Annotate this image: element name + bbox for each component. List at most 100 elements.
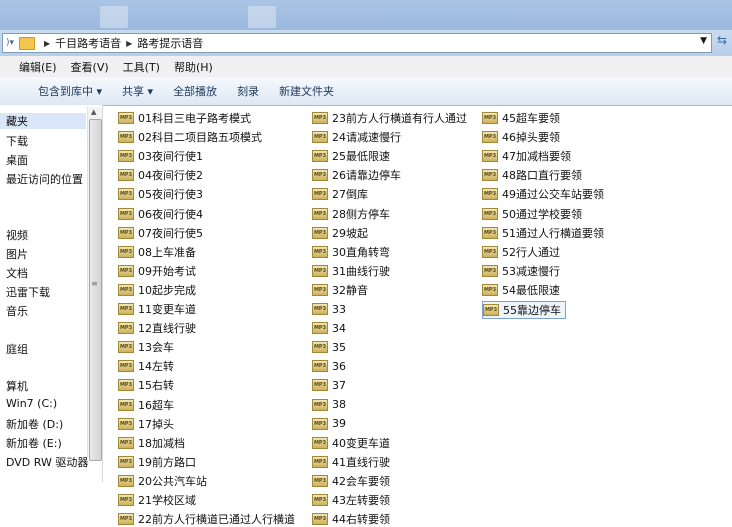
menu-edit[interactable]: 编辑(E) [12,59,64,75]
file-item[interactable]: MP3 36 [312,358,346,374]
nav-drive-e[interactable]: 新加卷 (E:) [6,435,62,451]
share-button[interactable]: 共享 ▾ [112,83,163,99]
new-folder-button[interactable]: 新建文件夹 [269,83,344,99]
file-item[interactable]: MP3 44右转要领 [312,511,390,527]
breadcrumb-item[interactable]: 路考提示语音 [137,35,203,51]
refresh-icon[interactable]: ⇆ [714,33,730,51]
file-item[interactable]: MP3 52行人通过 [482,244,560,260]
file-item[interactable]: MP3 06夜间行使4 [118,206,203,222]
file-item[interactable]: MP3 30直角转弯 [312,244,390,260]
file-item[interactable]: MP3 27倒库 [312,186,368,202]
nav-pictures[interactable]: 图片 [6,246,28,262]
file-name: 47加减档要领 [502,150,571,164]
file-item[interactable]: MP3 10起步完成 [118,282,196,298]
file-item[interactable]: MP3 31曲线行驶 [312,263,390,279]
mp3-icon: MP3 [118,379,134,392]
file-item[interactable]: MP3 17掉头 [118,416,174,432]
file-item[interactable]: MP3 34 [312,320,346,336]
file-item[interactable]: MP3 53减速慢行 [482,263,560,279]
file-item[interactable]: MP3 54最低限速 [482,282,560,298]
file-item[interactable]: MP3 14左转 [118,358,174,374]
file-item[interactable]: MP3 02科目二项目路五项模式 [118,129,262,145]
file-item[interactable]: MP3 21学校区域 [118,492,196,508]
file-item[interactable]: MP3 07夜间行使5 [118,225,203,241]
nav-documents[interactable]: 文档 [6,265,28,281]
file-item[interactable]: MP3 33 [312,301,346,317]
mp3-icon: MP3 [118,150,134,163]
nav-homegroup[interactable]: 庭组 [6,341,28,357]
file-item[interactable]: MP3 01科目三电子路考模式 [118,110,251,126]
file-item[interactable]: MP3 51通过人行横道要领 [482,225,604,241]
nav-music[interactable]: 音乐 [6,303,28,319]
file-item[interactable]: MP3 37 [312,377,346,393]
file-item[interactable]: MP3 40变更车道 [312,435,390,451]
include-in-library-button[interactable]: 包含到库中 ▾ [28,83,112,99]
file-item[interactable]: MP3 12直线行驶 [118,320,196,336]
file-item[interactable]: MP3 05夜间行使3 [118,186,203,202]
nav-computer[interactable]: 算机 [6,378,28,394]
file-item[interactable]: MP3 22前方人行横道已通过人行横道 [118,511,295,527]
file-item[interactable]: MP3 18加减档 [118,435,185,451]
file-item[interactable]: MP3 45超车要领 [482,110,560,126]
nav-drive-c[interactable]: Win7 (C:) [6,397,57,410]
file-item[interactable]: MP3 38 [312,397,346,413]
breadcrumb-chevron-icon[interactable]: ▶ [44,39,50,48]
file-name: 28侧方停车 [332,207,390,221]
menu-view[interactable]: 查看(V) [64,59,116,75]
file-item[interactable]: MP3 47加减档要领 [482,148,571,164]
file-item[interactable]: MP3 50通过学校要领 [482,206,582,222]
address-bar: )▾ ▶ 千目路考语音 ▶ 路考提示语音 ▼ [0,30,732,57]
file-item[interactable]: MP3 49通过公交车站要领 [482,186,604,202]
file-item[interactable]: MP3 41直线行驶 [312,454,390,470]
history-dropdown-icon[interactable]: )▾ [3,38,17,48]
nav-favorites[interactable]: 藏夹 [0,113,86,129]
file-item[interactable]: MP3 46掉头要领 [482,129,560,145]
file-item[interactable]: MP3 08上车准备 [118,244,196,260]
menu-help[interactable]: 帮助(H) [167,59,220,75]
file-name: 05夜间行使3 [138,188,203,202]
breadcrumb-chevron-icon[interactable]: ▶ [126,39,132,48]
file-item[interactable]: MP3 23前方人行横道有行人通过 [312,110,467,126]
menu-tools[interactable]: 工具(T) [116,59,167,75]
nav-videos[interactable]: 视频 [6,227,28,243]
file-name: 18加减档 [138,436,185,450]
file-item[interactable]: MP3 39 [312,416,346,432]
file-item[interactable]: MP3 35 [312,339,346,355]
file-item[interactable]: MP3 29坡起 [312,225,368,241]
file-item[interactable]: MP3 16超车 [118,397,174,413]
file-item[interactable]: MP3 42会车要领 [312,473,390,489]
file-item[interactable]: MP3 09开始考试 [118,263,196,279]
file-item[interactable]: MP3 55靠边停车 [482,301,566,319]
file-item[interactable]: MP3 04夜间行使2 [118,167,203,183]
file-item[interactable]: MP3 26请靠边停车 [312,167,401,183]
address-input[interactable]: )▾ ▶ 千目路考语音 ▶ 路考提示语音 ▼ [2,33,712,53]
file-item[interactable]: MP3 32静音 [312,282,368,298]
file-list: MP3 01科目三电子路考模式 MP3 02科目二项目路五项模式 MP3 03夜间行使1 M… [104,105,732,526]
scrollbar-thumb[interactable] [89,119,102,461]
file-item[interactable]: MP3 28侧方停车 [312,206,390,222]
file-name: 41直线行驶 [332,455,390,469]
file-item[interactable]: MP3 19前方路口 [118,454,196,470]
play-all-button[interactable]: 全部播放 [163,83,227,99]
file-item[interactable]: MP3 24请减速慢行 [312,129,401,145]
file-item[interactable]: MP3 25最低限速 [312,148,390,164]
burn-button[interactable]: 刻录 [227,83,269,99]
address-dropdown-icon[interactable]: ▼ [700,36,707,46]
file-item[interactable]: MP3 13会车 [118,339,174,355]
file-item[interactable]: MP3 43左转要领 [312,492,390,508]
file-item[interactable]: MP3 20公共汽车站 [118,473,207,489]
nav-downloads[interactable]: 下载 [6,133,28,149]
file-item[interactable]: MP3 15右转 [118,377,174,393]
nav-thunder-downloads[interactable]: 迅雷下载 [6,284,50,300]
file-item[interactable]: MP3 03夜间行使1 [118,148,203,164]
file-item[interactable]: MP3 11变更车道 [118,301,196,317]
scroll-up-icon[interactable]: ▲ [91,108,96,116]
nav-dvd-drive[interactable]: DVD RW 驱动器 [6,454,88,470]
mp3-icon: MP3 [312,322,328,335]
file-item[interactable]: MP3 48路口直行要领 [482,167,582,183]
breadcrumb-item[interactable]: 千目路考语音 [55,35,121,51]
nav-drive-d[interactable]: 新加卷 (D:) [6,416,63,432]
nav-scrollbar[interactable]: ▲ ≡ [87,107,102,461]
nav-recent-places[interactable]: 最近访问的位置 [6,171,83,187]
nav-desktop[interactable]: 桌面 [6,152,28,168]
